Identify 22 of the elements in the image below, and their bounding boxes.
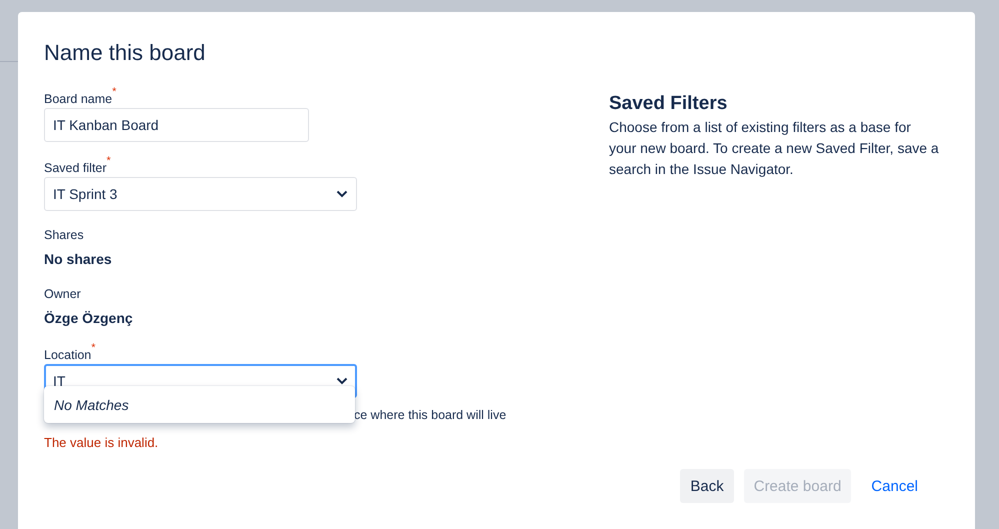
back-button[interactable]: Back	[680, 469, 734, 503]
chevron-down-icon	[336, 377, 348, 385]
help-text: ce where this board will live	[353, 407, 508, 423]
field-value: No shares	[44, 251, 113, 267]
field-label: Owner	[44, 286, 81, 302]
info-text: Choose from a list of existing filters as a base for your new board. To create a new Saved Filter, save a search in the Issue Navigator.	[609, 118, 939, 179]
field-label: Shares	[44, 227, 84, 243]
text-field[interactable]: IT Kanban Board	[44, 108, 309, 142]
field-label: Board name	[44, 92, 112, 107]
field-label: Location	[44, 348, 92, 363]
info-title: Saved Filters	[609, 92, 728, 116]
select-field[interactable]: IT Sprint 3	[44, 177, 357, 211]
chevron-down-icon	[336, 190, 348, 198]
dropdown-menu[interactable]: No Matches	[44, 386, 355, 423]
required-mark: *	[106, 155, 111, 167]
field-label: Saved filter	[44, 160, 107, 176]
required-mark: *	[91, 342, 96, 354]
dialog-title: Name this board	[44, 40, 206, 66]
error-message: The value is invalid.	[44, 435, 160, 451]
required-mark: *	[112, 86, 116, 98]
cancel-link[interactable]: Cancel	[861, 469, 928, 503]
field-value: Özge Özgenç	[44, 310, 134, 326]
